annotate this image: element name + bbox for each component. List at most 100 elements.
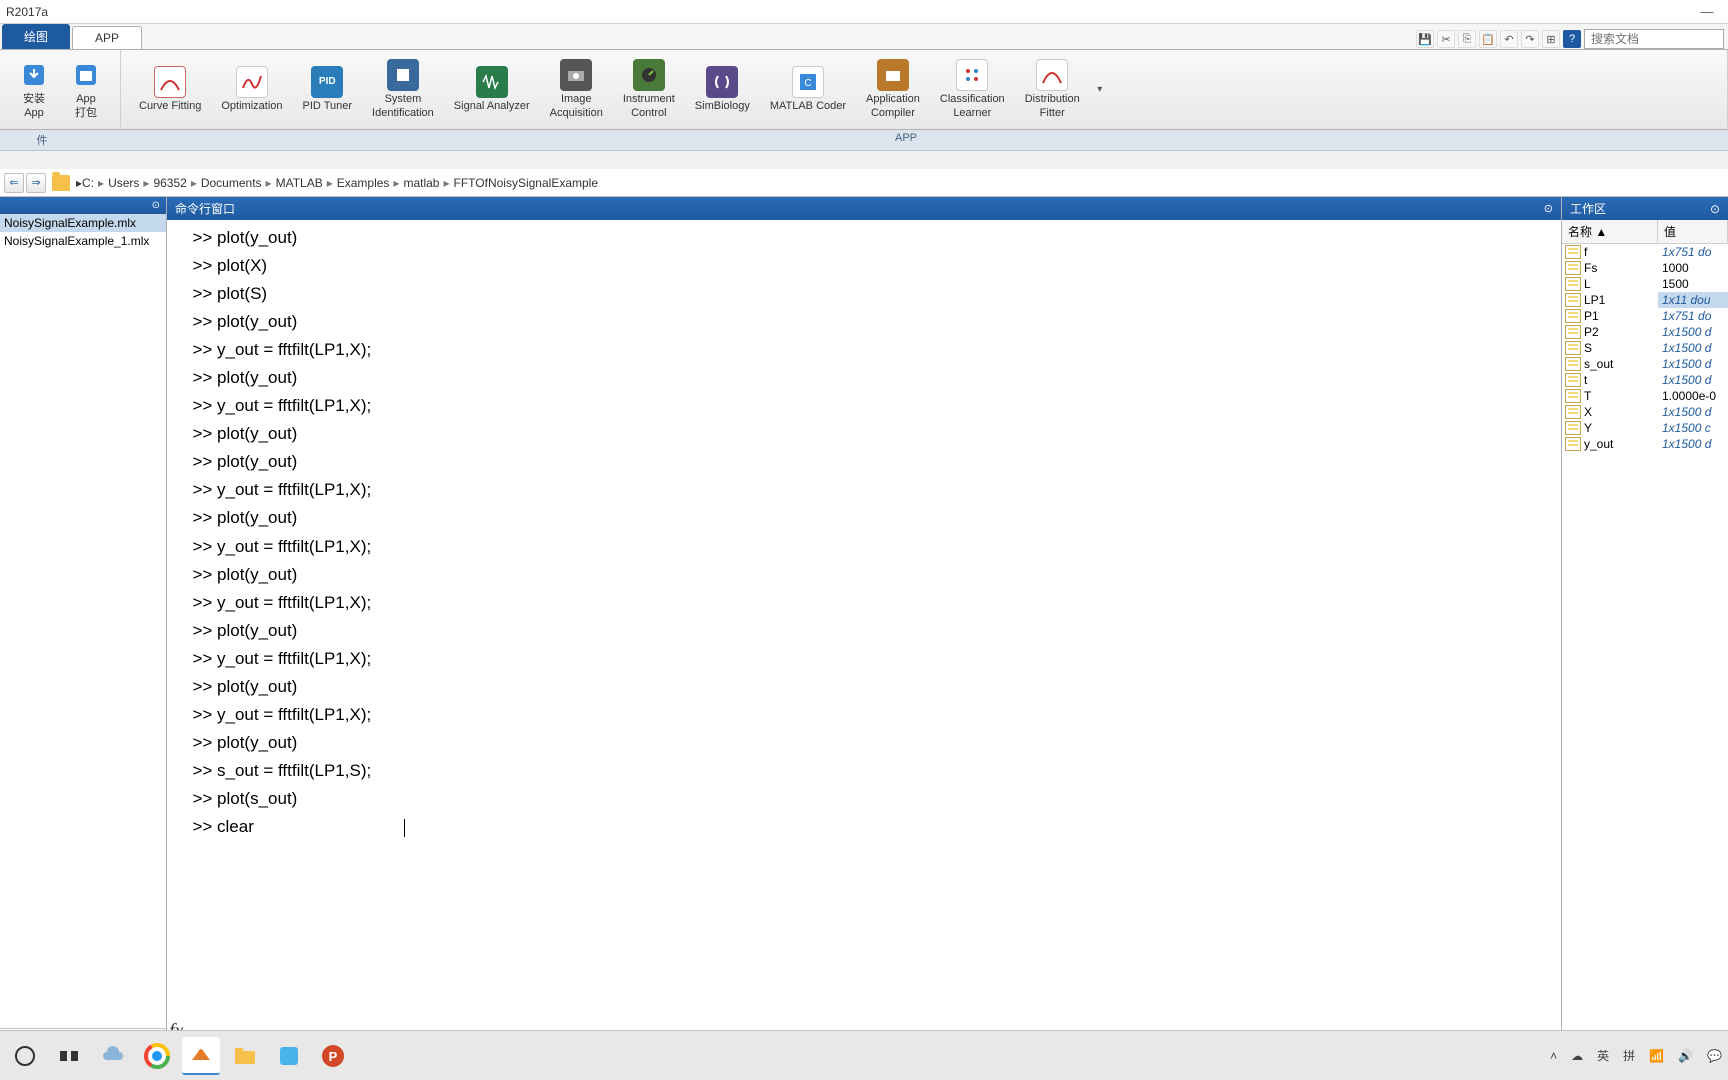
workspace-row[interactable]: f1x751 do bbox=[1562, 244, 1728, 260]
simbiology-button[interactable]: SimBiology bbox=[685, 64, 760, 115]
variable-value: 1000 bbox=[1658, 260, 1728, 276]
workspace-columns[interactable]: 名称 ▲ 值 bbox=[1562, 220, 1728, 244]
package-app-button[interactable]: App 打包 bbox=[60, 57, 112, 121]
tray-wifi-icon[interactable]: 📶 bbox=[1649, 1049, 1664, 1063]
panel-menu-icon[interactable]: ⊙ bbox=[1710, 202, 1720, 216]
ribbon-section-file: 件 bbox=[0, 130, 84, 151]
minimize-button[interactable]: — bbox=[1692, 4, 1722, 19]
nav-back-button[interactable]: ⇐ bbox=[4, 173, 24, 193]
variable-name: L bbox=[1584, 276, 1658, 292]
folder-icon[interactable] bbox=[52, 175, 70, 191]
col-name-header[interactable]: 名称 ▲ bbox=[1562, 220, 1658, 243]
taskbar-app-icon[interactable] bbox=[270, 1037, 308, 1075]
taskbar-taskview-icon[interactable] bbox=[50, 1037, 88, 1075]
panel-menu-icon[interactable]: ⊙ bbox=[1544, 202, 1553, 215]
instrument-button[interactable]: Instrument Control bbox=[613, 57, 685, 121]
workspace-table[interactable]: 名称 ▲ 值 f1x751 doFs1000L1500LP11x11 douP1… bbox=[1562, 220, 1728, 1051]
current-folder-header: ⊙ bbox=[0, 197, 166, 214]
variable-name: t bbox=[1584, 372, 1658, 388]
workspace-row[interactable]: t1x1500 d bbox=[1562, 372, 1728, 388]
system-id-button[interactable]: System Identification bbox=[362, 57, 444, 121]
variable-value: 1x751 do bbox=[1658, 308, 1728, 324]
tray-chevron-icon[interactable]: ˄ bbox=[1550, 1049, 1557, 1063]
curve-fitting-button[interactable]: Curve Fitting bbox=[129, 64, 211, 115]
nav-fwd-button[interactable]: ⇒ bbox=[26, 173, 46, 193]
workspace-row[interactable]: P11x751 do bbox=[1562, 308, 1728, 324]
variable-value: 1x751 do bbox=[1658, 244, 1728, 260]
breadcrumb-path[interactable]: ▸ C:▸ Users▸ 96352▸ Documents▸ MATLAB▸ E… bbox=[76, 176, 598, 190]
tray-notifications-icon[interactable]: 💬 bbox=[1707, 1049, 1722, 1063]
file-item[interactable]: NoisySignalExample_1.mlx bbox=[0, 232, 166, 250]
variable-value: 1.0000e-0 bbox=[1658, 388, 1728, 404]
install-app-icon bbox=[18, 59, 50, 91]
variable-name: P2 bbox=[1584, 324, 1658, 340]
app-compiler-button[interactable]: Application Compiler bbox=[856, 57, 930, 121]
command-line: >> plot(y_out) bbox=[183, 561, 1561, 589]
titlebar: R2017a — bbox=[0, 0, 1728, 24]
install-app-button[interactable]: 安装 App bbox=[8, 57, 60, 121]
workspace-row[interactable]: L1500 bbox=[1562, 276, 1728, 292]
tray-volume-icon[interactable]: 🔊 bbox=[1678, 1049, 1693, 1063]
qat-switch-icon[interactable]: ⊞ bbox=[1542, 30, 1560, 48]
system-tray[interactable]: ˄ ☁ 英 拼 📶 🔊 💬 bbox=[1550, 1047, 1722, 1064]
panel-menu-icon[interactable]: ⊙ bbox=[152, 200, 160, 211]
tab-app[interactable]: APP bbox=[72, 26, 142, 49]
variable-value: 1x1500 d bbox=[1658, 356, 1728, 372]
dist-fitter-button[interactable]: Distribution Fitter bbox=[1015, 57, 1090, 121]
taskbar-matlab-icon[interactable] bbox=[182, 1037, 220, 1075]
tray-ime-lang[interactable]: 英 bbox=[1597, 1047, 1609, 1064]
file-item[interactable]: NoisySignalExample.mlx bbox=[0, 214, 166, 232]
workspace-row[interactable]: s_out1x1500 d bbox=[1562, 356, 1728, 372]
taskbar-explorer-icon[interactable] bbox=[226, 1037, 264, 1075]
command-editor[interactable]: fx >> plot(y_out) >> plot(X) >> plot(S) … bbox=[167, 220, 1561, 1051]
variable-icon bbox=[1565, 421, 1581, 435]
qat-paste-icon[interactable]: 📋 bbox=[1479, 30, 1497, 48]
pid-tuner-button[interactable]: PIDPID Tuner bbox=[293, 64, 363, 115]
workspace-row[interactable]: X1x1500 d bbox=[1562, 404, 1728, 420]
variable-name: X bbox=[1584, 404, 1658, 420]
variable-icon bbox=[1565, 277, 1581, 291]
optimization-button[interactable]: Optimization bbox=[211, 64, 292, 115]
workspace-row[interactable]: S1x1500 d bbox=[1562, 340, 1728, 356]
taskbar-cortana-icon[interactable] bbox=[6, 1037, 44, 1075]
workspace-row[interactable]: y_out1x1500 d bbox=[1562, 436, 1728, 452]
variable-value: 1x1500 d bbox=[1658, 436, 1728, 452]
qat-copy-icon[interactable]: ⎘ bbox=[1458, 30, 1476, 48]
workspace-row[interactable]: Fs1000 bbox=[1562, 260, 1728, 276]
image-acq-button[interactable]: Image Acquisition bbox=[540, 57, 613, 121]
tray-onedrive-icon[interactable]: ☁ bbox=[1571, 1049, 1583, 1063]
class-learner-button[interactable]: Classification Learner bbox=[930, 57, 1015, 121]
optimization-icon bbox=[236, 66, 268, 98]
command-line: >> plot(X) bbox=[183, 252, 1561, 280]
workspace-row[interactable]: P21x1500 d bbox=[1562, 324, 1728, 340]
qat-undo-icon[interactable]: ↶ bbox=[1500, 30, 1518, 48]
dist-fitter-icon bbox=[1036, 59, 1068, 91]
qat-cut-icon[interactable]: ✂ bbox=[1437, 30, 1455, 48]
taskbar-powerpoint-icon[interactable]: P bbox=[314, 1037, 352, 1075]
command-line: >> plot(y_out) bbox=[183, 308, 1561, 336]
variable-value: 1x11 dou bbox=[1658, 292, 1728, 308]
taskbar-chrome-icon[interactable] bbox=[138, 1037, 176, 1075]
command-line: >> plot(y_out) bbox=[183, 420, 1561, 448]
col-value-header[interactable]: 值 bbox=[1658, 220, 1728, 243]
qat-save-icon[interactable]: 💾 bbox=[1416, 30, 1434, 48]
variable-value: 1x1500 c bbox=[1658, 420, 1728, 436]
qat-help-icon[interactable]: ? bbox=[1563, 30, 1581, 48]
command-line: >> plot(y_out) bbox=[183, 224, 1561, 252]
search-docs-input[interactable] bbox=[1584, 29, 1724, 49]
ribbon-dropdown[interactable]: ▾ bbox=[1090, 84, 1110, 95]
workspace-row[interactable]: LP11x11 dou bbox=[1562, 292, 1728, 308]
svg-text:C: C bbox=[804, 78, 811, 89]
workspace-row[interactable]: T1.0000e-0 bbox=[1562, 388, 1728, 404]
workspace-panel: 工作区 ⊙ 名称 ▲ 值 f1x751 doFs1000L1500LP11x11… bbox=[1562, 197, 1728, 1051]
workspace-row[interactable]: Y1x1500 c bbox=[1562, 420, 1728, 436]
variable-value: 1x1500 d bbox=[1658, 324, 1728, 340]
matlab-coder-button[interactable]: CMATLAB Coder bbox=[760, 64, 856, 115]
signal-analyzer-button[interactable]: Signal Analyzer bbox=[444, 64, 540, 115]
tray-ime-mode[interactable]: 拼 bbox=[1623, 1047, 1635, 1064]
qat-redo-icon[interactable]: ↷ bbox=[1521, 30, 1539, 48]
file-list[interactable]: NoisySignalExample.mlx NoisySignalExampl… bbox=[0, 214, 166, 1028]
tab-plot[interactable]: 绘图 bbox=[2, 24, 70, 49]
taskbar-cloud-icon[interactable] bbox=[94, 1037, 132, 1075]
variable-icon bbox=[1565, 389, 1581, 403]
